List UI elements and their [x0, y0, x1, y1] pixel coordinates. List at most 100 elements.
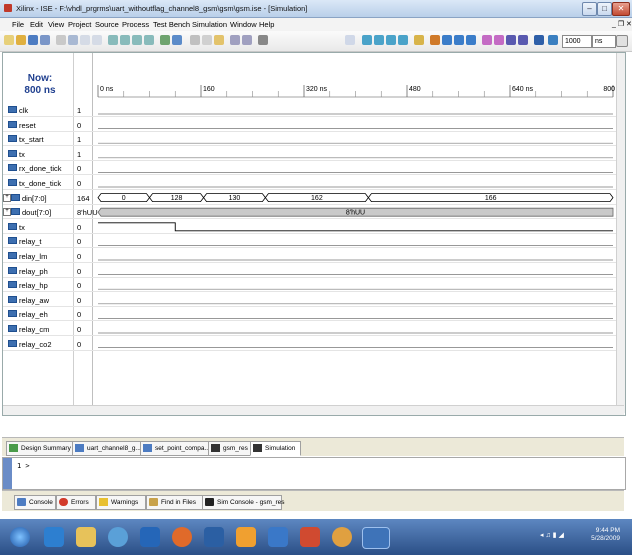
- run-icon[interactable]: [534, 35, 544, 45]
- signal-row[interactable]: + din[7:0] 164: [3, 191, 624, 205]
- copy-icon[interactable]: [202, 35, 212, 45]
- tool-e-icon[interactable]: [414, 35, 424, 45]
- firefox-icon[interactable]: [332, 527, 352, 547]
- mdi-controls[interactable]: _ ❐ ✕: [612, 20, 632, 28]
- console-tabs: Console Errors Warnings Find in Files Si…: [2, 490, 624, 511]
- tool-g-icon[interactable]: [442, 35, 452, 45]
- system-tray-icons[interactable]: ◂ ♫ ▮ ◢: [540, 531, 576, 543]
- paste-icon[interactable]: [214, 35, 224, 45]
- zoom-area-icon[interactable]: [144, 35, 154, 45]
- save-icon[interactable]: [28, 35, 38, 45]
- print-icon[interactable]: [56, 35, 66, 45]
- undo-icon[interactable]: [230, 35, 240, 45]
- menu-help[interactable]: Help: [259, 20, 274, 29]
- chevron-down-icon[interactable]: [616, 35, 628, 47]
- tab-warnings[interactable]: Warnings: [96, 495, 146, 510]
- menu-window[interactable]: Window: [230, 20, 257, 29]
- tab-sim-console[interactable]: Sim Console - gsm_res: [202, 495, 285, 510]
- clock[interactable]: 9:44 PM 5/28/2009: [591, 527, 620, 543]
- app-icon[interactable]: [236, 527, 256, 547]
- maximize-button[interactable]: □: [597, 2, 612, 16]
- new-file-icon[interactable]: [4, 35, 14, 45]
- toggle2-icon[interactable]: [92, 35, 102, 45]
- tool-f-icon[interactable]: [430, 35, 440, 45]
- tab-design-summary[interactable]: Design Summary: [6, 441, 77, 456]
- tab-gsm-res[interactable]: gsm_res: [208, 441, 253, 456]
- signal-row[interactable]: relay_co2 0: [3, 337, 624, 351]
- zoom-fit-icon[interactable]: [132, 35, 142, 45]
- signal-row[interactable]: relay_ph 0: [3, 264, 624, 278]
- signal-row[interactable]: clk 1: [3, 103, 624, 117]
- tool-j-icon[interactable]: [482, 35, 492, 45]
- menu-process[interactable]: Process: [122, 20, 149, 29]
- properties-icon[interactable]: [68, 35, 78, 45]
- tool-d-icon[interactable]: [398, 35, 408, 45]
- menu-simulation[interactable]: Simulation: [192, 20, 227, 29]
- tool-c-icon[interactable]: [386, 35, 396, 45]
- signal-row[interactable]: rx_done_tick 0: [3, 161, 624, 176]
- console-prompt[interactable]: 1 >: [17, 462, 30, 470]
- horizontal-scrollbar[interactable]: [3, 405, 624, 415]
- cut-icon[interactable]: [190, 35, 200, 45]
- tool-l-icon[interactable]: [506, 35, 516, 45]
- signal-row[interactable]: tx_done_tick 0: [3, 176, 624, 190]
- menu-project[interactable]: Project: [68, 20, 91, 29]
- start-orb-icon[interactable]: [10, 527, 30, 547]
- browser-icon[interactable]: [44, 527, 64, 547]
- signal-row[interactable]: reset 0: [3, 118, 624, 132]
- minimize-button[interactable]: –: [582, 2, 597, 16]
- tab-set-point[interactable]: set_point_compa...: [140, 441, 211, 456]
- toggle-icon[interactable]: [80, 35, 90, 45]
- document-icon[interactable]: [268, 527, 288, 547]
- tool-b-icon[interactable]: [374, 35, 384, 45]
- signal-row[interactable]: tx_start 1: [3, 132, 624, 147]
- expand-icon[interactable]: +: [3, 193, 11, 202]
- find-icon[interactable]: [258, 35, 268, 45]
- signal-row[interactable]: tx 0: [3, 220, 624, 234]
- tab-find-in-files[interactable]: Find in Files: [146, 495, 204, 510]
- messenger-icon[interactable]: [108, 527, 128, 547]
- dropdown-icon[interactable]: [345, 35, 355, 45]
- run-for-icon[interactable]: [548, 35, 558, 45]
- zoom-in-icon[interactable]: [108, 35, 118, 45]
- signal-row[interactable]: + dout[7:0] 8'hUU: [3, 205, 624, 220]
- player-icon[interactable]: [172, 527, 192, 547]
- tool-m-icon[interactable]: [518, 35, 528, 45]
- tab-errors[interactable]: Errors: [56, 495, 96, 510]
- menu-source[interactable]: Source: [95, 20, 119, 29]
- menu-file[interactable]: File: [12, 20, 24, 29]
- time-unit-select[interactable]: ns: [592, 35, 616, 48]
- sim-time-input[interactable]: 1000: [562, 35, 592, 48]
- tool-h-icon[interactable]: [454, 35, 464, 45]
- ise-task-button[interactable]: [362, 527, 390, 549]
- signal-row[interactable]: relay_eh 0: [3, 307, 624, 322]
- expand-icon[interactable]: +: [3, 208, 11, 217]
- signal-row[interactable]: relay_aw 0: [3, 293, 624, 307]
- marker-icon[interactable]: [172, 35, 182, 45]
- zoom-out-icon[interactable]: [120, 35, 130, 45]
- bluetooth-icon[interactable]: [204, 527, 224, 547]
- save-all-icon[interactable]: [40, 35, 50, 45]
- close-button[interactable]: ✕: [612, 2, 630, 16]
- signal-row[interactable]: relay_t 0: [3, 234, 624, 249]
- wave-icon[interactable]: [160, 35, 170, 45]
- open-icon[interactable]: [16, 35, 26, 45]
- media-icon[interactable]: [140, 527, 160, 547]
- menu-test-bench[interactable]: Test Bench: [153, 20, 190, 29]
- menu-view[interactable]: View: [48, 20, 64, 29]
- signal-row[interactable]: tx 1: [3, 147, 624, 161]
- tab-uart-channel8[interactable]: uart_channel8_g...: [72, 441, 143, 456]
- vertical-scrollbar[interactable]: [616, 53, 625, 413]
- signal-row[interactable]: relay_hp 0: [3, 278, 624, 293]
- folder-icon[interactable]: [76, 527, 96, 547]
- signal-row[interactable]: relay_cm 0: [3, 322, 624, 336]
- menu-edit[interactable]: Edit: [30, 20, 43, 29]
- tab-console[interactable]: Console: [14, 495, 56, 510]
- tool-k-icon[interactable]: [494, 35, 504, 45]
- tool-i-icon[interactable]: [466, 35, 476, 45]
- redo-icon[interactable]: [242, 35, 252, 45]
- signal-row[interactable]: relay_lm 0: [3, 249, 624, 263]
- office-icon[interactable]: [300, 527, 320, 547]
- tool-a-icon[interactable]: [362, 35, 372, 45]
- tab-simulation[interactable]: Simulation: [250, 441, 301, 456]
